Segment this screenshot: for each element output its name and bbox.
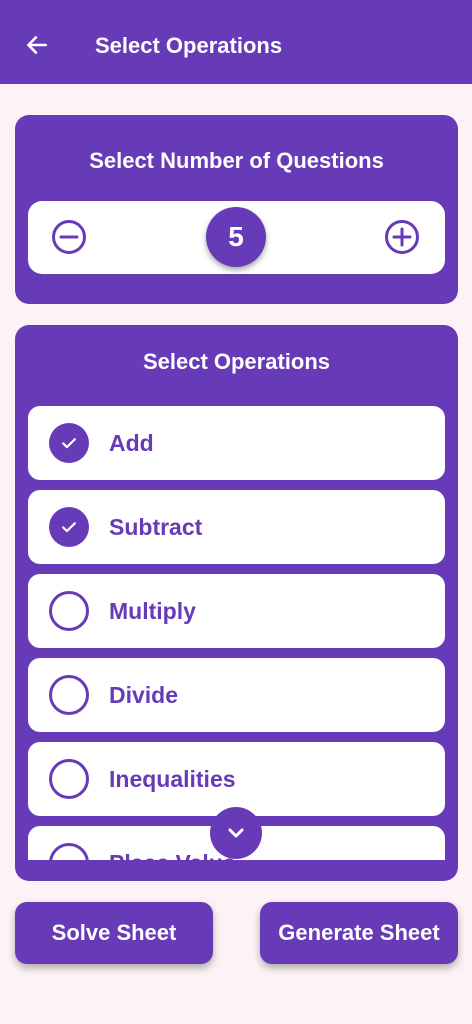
operations-card: Select Operations Add Subtract Multiply … — [15, 325, 458, 881]
checkbox[interactable] — [49, 759, 89, 799]
back-button[interactable] — [22, 30, 52, 60]
questions-card-title: Select Number of Questions — [89, 148, 384, 173]
operation-label: Multiply — [109, 598, 196, 624]
operation-label: Subtract — [109, 514, 203, 540]
checkbox[interactable] — [49, 423, 89, 463]
question-count-stepper: 5 — [28, 201, 445, 274]
question-count-value: 5 — [206, 207, 266, 267]
check-icon — [62, 438, 76, 449]
operations-card-title: Select Operations — [142, 349, 331, 374]
operation-label: Place Value — [109, 850, 236, 860]
app-bar: Select Operations — [0, 0, 472, 84]
operation-label: Inequalities — [109, 766, 236, 792]
minus-circle-icon — [52, 220, 86, 254]
page-title: Select Operations — [95, 33, 283, 58]
generate-sheet-button[interactable]: Generate Sheet — [260, 902, 458, 964]
checkbox[interactable] — [49, 591, 89, 631]
questions-card: Select Number of Questions 5 — [15, 115, 458, 304]
operation-item-subtract[interactable]: Subtract — [28, 490, 445, 564]
operation-item-inequalities[interactable]: Inequalities — [28, 742, 445, 816]
operation-label: Add — [109, 430, 154, 456]
operation-item-add[interactable]: Add — [28, 406, 445, 480]
checkbox[interactable] — [49, 507, 89, 547]
scroll-down-button[interactable] — [210, 807, 262, 859]
check-icon — [62, 522, 76, 533]
decrement-button[interactable] — [51, 219, 87, 255]
operation-item-multiply[interactable]: Multiply — [28, 574, 445, 648]
arrow-left-icon — [27, 36, 47, 54]
solve-sheet-button[interactable]: Solve Sheet — [15, 902, 213, 964]
checkbox[interactable] — [49, 843, 89, 860]
chevron-down-icon — [228, 828, 244, 838]
operation-label: Divide — [109, 682, 179, 708]
operation-item-divide[interactable]: Divide — [28, 658, 445, 732]
operations-list[interactable]: Add Subtract Multiply Divide Inequalitie… — [28, 406, 445, 860]
plus-circle-icon — [385, 220, 419, 254]
increment-button[interactable] — [384, 219, 420, 255]
checkbox[interactable] — [49, 675, 89, 715]
